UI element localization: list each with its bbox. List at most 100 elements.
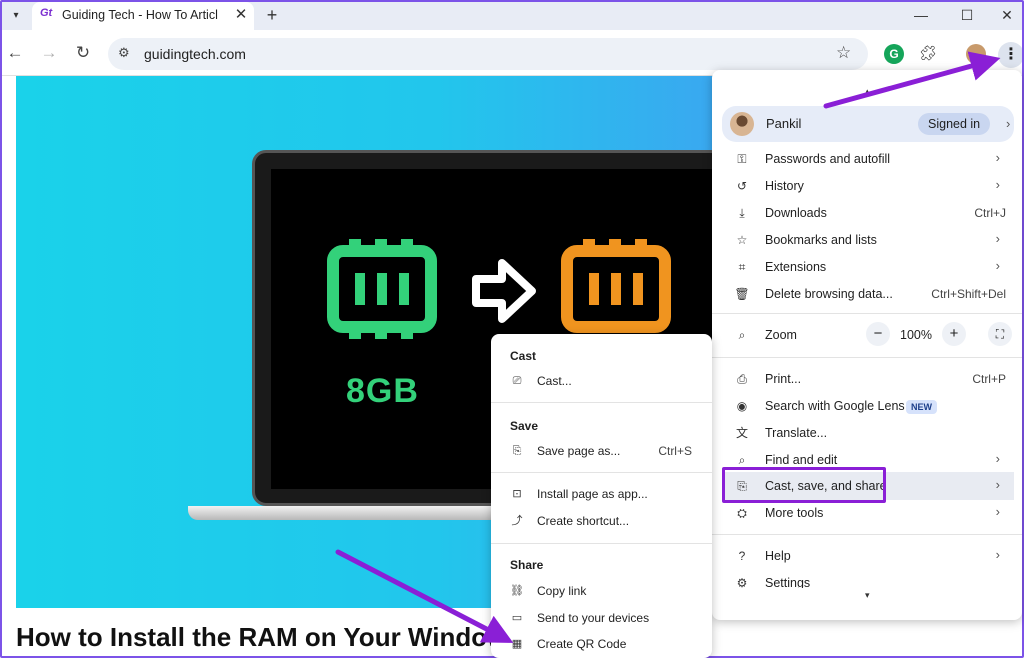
menu-item-settings[interactable]: ⚙ Settings [722, 570, 1014, 588]
shortcut-label: Ctrl+P [972, 372, 1006, 386]
tab-title: Guiding Tech - How To Articles, [62, 8, 218, 22]
submenu-divider [491, 402, 712, 403]
menu-item-delete-browsing-data[interactable]: 🗑︎ Delete browsing data... Ctrl+Shift+De… [722, 281, 1014, 308]
menu-item-label: Downloads [765, 206, 827, 220]
chrome-main-menu: ▴ Pankil Signed in › ⚿ Passwords and aut… [712, 70, 1022, 620]
menu-item-downloads[interactable]: ⤓ Downloads Ctrl+J [722, 200, 1014, 227]
extensions-puzzle-icon[interactable]: 🧩︎ [918, 44, 938, 64]
submenu-item-send-to-devices[interactable]: ▭ Send to your devices [491, 606, 712, 632]
print-icon: ⎙ [737, 372, 747, 386]
shortcut-label: Ctrl+J [974, 206, 1006, 220]
menu-item-label: Zoom [765, 328, 797, 342]
devices-icon: ▭ [511, 612, 523, 624]
bookmark-star-icon[interactable]: ☆ [836, 43, 851, 63]
zoom-out-button[interactable]: − [866, 322, 890, 346]
ram-size-label: 8GB [346, 372, 419, 410]
submenu-item-cast[interactable]: ⎚ Cast... [491, 369, 712, 395]
qr-code-icon: ▦ [511, 638, 523, 650]
tab-search-chevron-icon[interactable]: ▾ [6, 6, 26, 26]
tab-close-icon[interactable]: ✕ [232, 5, 250, 25]
profile-avatar[interactable] [966, 44, 986, 64]
chevron-right-icon: › [995, 231, 1000, 246]
lens-icon: ◉ [736, 399, 748, 413]
submenu-item-copy-link[interactable]: ⛓ Copy link [491, 579, 712, 605]
submenu-item-save-page[interactable]: ⎘ Save page as... Ctrl+S [491, 439, 712, 465]
menu-item-help[interactable]: ? Help › [722, 543, 1014, 570]
back-button[interactable]: ← [4, 42, 26, 64]
submenu-item-label: Create QR Code [537, 637, 627, 651]
menu-item-history[interactable]: ↺ History › [722, 173, 1014, 200]
translate-icon: 文 [735, 426, 748, 440]
zoom-icon: ⌕ [738, 328, 746, 342]
chevron-right-icon: › [995, 451, 1000, 466]
submenu-header-cast: Cast [510, 349, 537, 363]
close-window-button[interactable]: ✕ [992, 4, 1022, 26]
zoom-in-button[interactable]: + [942, 322, 966, 346]
menu-item-google-lens[interactable]: ◉ Search with Google Lens NEW [722, 393, 1014, 420]
find-icon: ⌕ [738, 453, 746, 467]
grammarly-extension-icon[interactable]: G [884, 44, 904, 64]
shortcut-link-icon: ⤴ [511, 515, 523, 527]
menu-item-label: Bookmarks and lists [765, 233, 877, 247]
menu-item-bookmarks[interactable]: ☆ Bookmarks and lists › [722, 227, 1014, 254]
save-page-icon: ⎘ [512, 445, 522, 457]
new-tab-button[interactable]: + [262, 4, 282, 26]
submenu-header-save: Save [510, 419, 539, 433]
help-icon: ? [738, 549, 746, 563]
menu-item-label: Find and edit [765, 453, 838, 467]
chevron-right-icon: › [995, 547, 1000, 562]
toolbox-icon: ⛭ [737, 506, 747, 520]
menu-item-print[interactable]: ⎙ Print... Ctrl+P [722, 366, 1014, 393]
maximize-button[interactable]: ☐ [952, 4, 982, 26]
submenu-item-label: Send to your devices [537, 611, 650, 625]
puzzle-icon: ⌗ [738, 260, 746, 274]
link-icon: ⛓ [510, 585, 524, 597]
annotation-highlight-box [722, 467, 886, 503]
reload-button[interactable]: ↻ [72, 42, 94, 64]
url-text[interactable]: guidingtech.com [144, 46, 246, 62]
submenu-item-install-app[interactable]: ⊡ Install page as app... [491, 482, 712, 508]
menu-scroll-up-icon[interactable]: ▴ [865, 86, 870, 97]
submenu-item-label: Copy link [537, 584, 587, 598]
tab-strip: ▾ Gt Guiding Tech - How To Articles, ✕ +… [2, 2, 1022, 30]
address-bar[interactable]: ⚙ guidingtech.com ☆ [108, 38, 868, 70]
submenu-item-label: Cast... [537, 374, 572, 388]
chevron-right-icon: › [995, 258, 1000, 273]
guiding-tech-favicon-icon: Gt [40, 7, 53, 19]
menu-item-translate[interactable]: 文 Translate... [722, 420, 1014, 447]
history-icon: ↺ [736, 179, 748, 193]
minimize-button[interactable]: — [906, 4, 936, 26]
menu-divider [712, 534, 1022, 535]
fullscreen-button[interactable]: ⛶ [988, 322, 1012, 346]
download-icon: ⤓ [739, 206, 745, 220]
submenu-item-label: Create shortcut... [537, 514, 630, 528]
menu-item-label: Translate... [765, 426, 828, 440]
menu-item-label: More tools [765, 506, 824, 520]
cast-icon: ⎚ [512, 375, 522, 387]
menu-item-passwords[interactable]: ⚿ Passwords and autofill › [722, 146, 1014, 173]
menu-item-label: Print... [765, 372, 802, 386]
menu-item-extensions[interactable]: ⌗ Extensions › [722, 254, 1014, 281]
star-icon: ☆ [736, 233, 748, 247]
submenu-item-create-qr-code[interactable]: ▦ Create QR Code [491, 632, 712, 658]
tab-guiding-tech[interactable]: Gt Guiding Tech - How To Articles, ✕ [32, 2, 254, 30]
submenu-header-share: Share [510, 558, 544, 572]
menu-divider [712, 357, 1022, 358]
key-icon: ⚿ [737, 152, 747, 166]
shortcut-label: Ctrl+S [658, 444, 692, 458]
shortcut-label: Ctrl+Shift+Del [931, 287, 1006, 301]
menu-item-more-tools[interactable]: ⛭ More tools › [722, 500, 1014, 527]
menu-scroll-down-icon[interactable]: ▾ [865, 590, 870, 601]
chevron-right-icon: › [1006, 116, 1011, 131]
forward-button[interactable]: → [38, 42, 60, 64]
site-info-tune-icon[interactable]: ⚙ [118, 45, 130, 61]
profile-name: Pankil [766, 116, 802, 131]
profile-row[interactable]: Pankil Signed in › [722, 106, 1014, 142]
submenu-divider [491, 472, 712, 473]
submenu-item-create-shortcut[interactable]: ⤴ Create shortcut... [491, 509, 712, 535]
chevron-right-icon: › [995, 177, 1000, 192]
chrome-menu-button[interactable]: ⋮ [998, 42, 1022, 68]
profile-avatar [730, 112, 754, 136]
new-badge: NEW [906, 400, 937, 414]
menu-item-label: Settings [765, 576, 811, 588]
